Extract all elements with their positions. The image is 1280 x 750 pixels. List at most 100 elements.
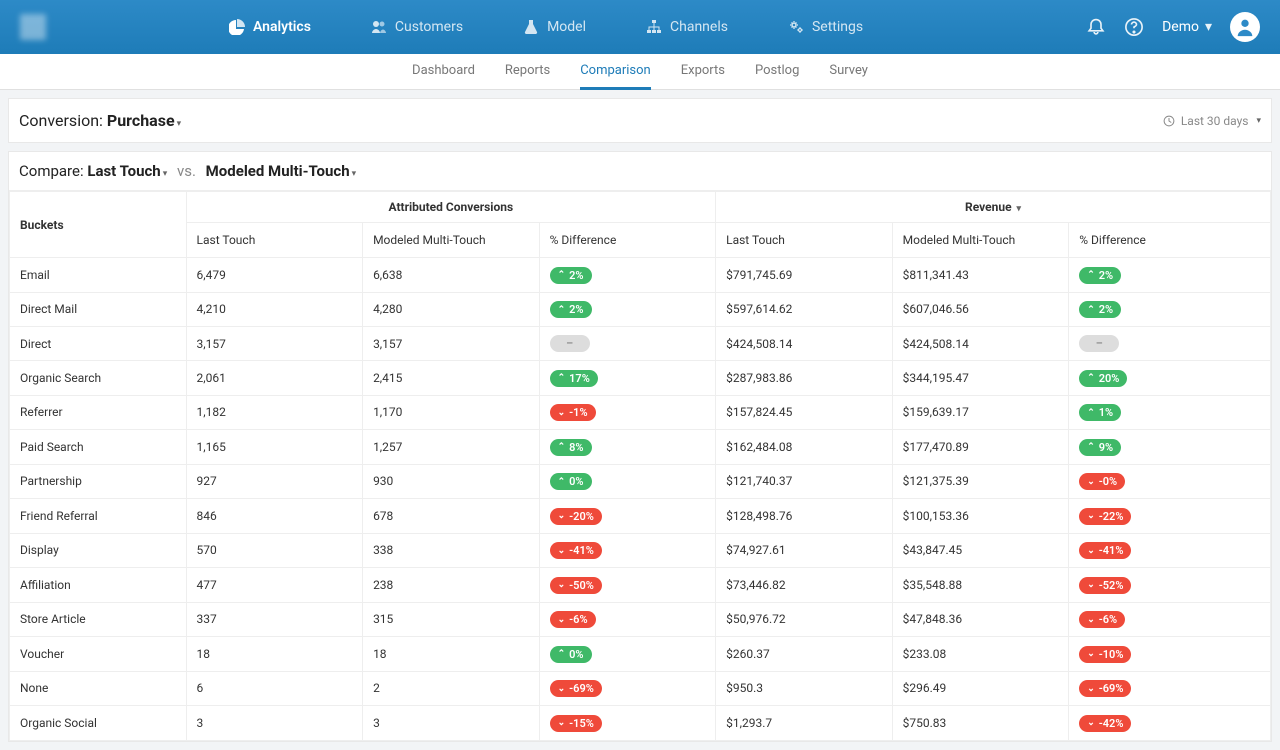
cell-conv-diff: ⌄-6% [539, 602, 716, 637]
help-icon[interactable] [1124, 17, 1144, 37]
cell-conv-diff: ⌃0% [539, 464, 716, 499]
cell-conv-diff: ⌃17% [539, 361, 716, 396]
arrow-down-icon: ⌄ [558, 684, 566, 694]
cell-rev-diff: ⌄-41% [1069, 533, 1271, 568]
col-group-revenue[interactable]: Revenue ▾ [716, 192, 1271, 223]
subnav-comparison[interactable]: Comparison [580, 54, 651, 90]
arrow-down-icon: ⌄ [1087, 684, 1095, 694]
arrow-down-icon: ⌄ [558, 546, 566, 556]
table-row: Paid Search 1,165 1,257 ⌃8% $162,484.08 … [10, 430, 1271, 465]
nav-label: Settings [812, 19, 863, 35]
cell-rev-lt: $950.3 [716, 671, 893, 706]
cell-conv-lt: 3,157 [186, 327, 363, 361]
nav-settings[interactable]: Settings [788, 19, 863, 35]
compare-label: Compare: [19, 162, 84, 180]
conversion-selector[interactable]: Conversion: Purchase▾ [19, 111, 181, 130]
arrow-up-icon: ⌃ [558, 270, 566, 280]
main-nav: Analytics Customers Model Channels Setti… [6, 19, 1086, 35]
arrow-up-icon: ⌃ [1087, 408, 1095, 418]
subnav-survey[interactable]: Survey [829, 54, 868, 90]
cell-conv-mmt: 18 [363, 637, 540, 672]
cell-bucket: Partnership [10, 464, 187, 499]
nav-label: Customers [395, 19, 463, 35]
logo [20, 14, 46, 40]
col-rev-diff[interactable]: % Difference [1069, 223, 1271, 258]
arrow-down-icon: ⌄ [558, 408, 566, 418]
diff-pill-down: ⌄-15% [550, 715, 602, 732]
nav-channels[interactable]: Channels [646, 19, 728, 35]
comparison-panel: Compare: Last Touch▾ vs. Modeled Multi-T… [8, 151, 1272, 742]
cell-conv-lt: 18 [186, 637, 363, 672]
cell-conv-mmt: 6,638 [363, 258, 540, 293]
col-conv-mmt[interactable]: Modeled Multi-Touch [363, 223, 540, 258]
cell-conv-diff: ⌄-20% [539, 499, 716, 534]
cell-rev-mmt: $233.08 [892, 637, 1069, 672]
arrow-up-icon: ⌃ [558, 649, 566, 659]
table-row: Voucher 18 18 ⌃0% $260.37 $233.08 ⌄-10% [10, 637, 1271, 672]
table-row: Partnership 927 930 ⌃0% $121,740.37 $121… [10, 464, 1271, 499]
diff-pill-down: ⌄-20% [550, 508, 602, 525]
arrow-down-icon: ⌄ [1087, 477, 1095, 487]
cell-rev-lt: $74,927.61 [716, 533, 893, 568]
time-range-selector[interactable]: Last 30 days ▾ [1163, 114, 1261, 128]
pie-chart-icon [229, 19, 245, 35]
caret-down-icon: ▾ [1256, 116, 1261, 126]
top-navbar: Analytics Customers Model Channels Setti… [0, 0, 1280, 54]
cell-conv-mmt: 1,257 [363, 430, 540, 465]
diff-pill-up: ⌃8% [550, 439, 592, 456]
bell-icon[interactable] [1086, 17, 1106, 37]
diff-pill-up: ⌃20% [1079, 370, 1127, 387]
cell-bucket: Voucher [10, 637, 187, 672]
table-row: Organic Social 3 3 ⌄-15% $1,293.7 $750.8… [10, 706, 1271, 741]
cell-conv-mmt: 678 [363, 499, 540, 534]
col-conv-lt[interactable]: Last Touch [186, 223, 363, 258]
col-buckets[interactable]: Buckets [10, 192, 187, 258]
arrow-down-icon: ⌄ [1087, 546, 1095, 556]
cell-conv-mmt: 4,280 [363, 292, 540, 327]
subnav-dashboard[interactable]: Dashboard [412, 54, 475, 90]
avatar[interactable] [1230, 12, 1260, 42]
subnav-postlog[interactable]: Postlog [755, 54, 799, 90]
cell-conv-mmt: 315 [363, 602, 540, 637]
sitemap-icon [646, 19, 662, 35]
diff-pill-down: ⌄-41% [1079, 542, 1131, 559]
cell-bucket: Direct [10, 327, 187, 361]
cell-rev-diff: ⌄-10% [1069, 637, 1271, 672]
cell-rev-lt: $157,824.45 [716, 395, 893, 430]
nav-label: Model [547, 19, 586, 35]
subnav-reports[interactable]: Reports [505, 54, 550, 90]
cell-bucket: Store Article [10, 602, 187, 637]
cell-conv-diff: – [539, 327, 716, 361]
cell-rev-mmt: $43,847.45 [892, 533, 1069, 568]
nav-model[interactable]: Model [523, 19, 586, 35]
arrow-down-icon: ⌄ [558, 511, 566, 521]
nav-customers[interactable]: Customers [371, 19, 463, 35]
subnav-exports[interactable]: Exports [681, 54, 725, 90]
diff-pill-up: ⌃9% [1079, 439, 1121, 456]
cell-rev-diff: – [1069, 327, 1271, 361]
cell-rev-lt: $128,498.76 [716, 499, 893, 534]
col-group-attributed: Attributed Conversions [186, 192, 716, 223]
table-row: Referrer 1,182 1,170 ⌄-1% $157,824.45 $1… [10, 395, 1271, 430]
cell-bucket: Organic Social [10, 706, 187, 741]
cell-rev-mmt: $177,470.89 [892, 430, 1069, 465]
cell-rev-lt: $162,484.08 [716, 430, 893, 465]
col-rev-lt[interactable]: Last Touch [716, 223, 893, 258]
col-conv-diff[interactable]: % Difference [539, 223, 716, 258]
compare-a-selector[interactable]: Last Touch▾ [87, 162, 167, 180]
table-row: Email 6,479 6,638 ⌃2% $791,745.69 $811,3… [10, 258, 1271, 293]
cell-conv-mmt: 238 [363, 568, 540, 603]
user-menu[interactable]: Demo ▾ [1162, 19, 1212, 35]
cell-conv-lt: 927 [186, 464, 363, 499]
cell-conv-mmt: 1,170 [363, 395, 540, 430]
col-rev-mmt[interactable]: Modeled Multi-Touch [892, 223, 1069, 258]
conversion-panel: Conversion: Purchase▾ Last 30 days ▾ [8, 98, 1272, 143]
caret-down-icon: ▾ [177, 119, 182, 129]
cell-rev-mmt: $100,153.36 [892, 499, 1069, 534]
compare-b-selector[interactable]: Modeled Multi-Touch▾ [206, 162, 357, 180]
cell-conv-mmt: 3 [363, 706, 540, 741]
arrow-up-icon: ⌃ [1087, 442, 1095, 452]
cell-conv-diff: ⌄-15% [539, 706, 716, 741]
cell-rev-diff: ⌃20% [1069, 361, 1271, 396]
nav-analytics[interactable]: Analytics [229, 19, 311, 35]
